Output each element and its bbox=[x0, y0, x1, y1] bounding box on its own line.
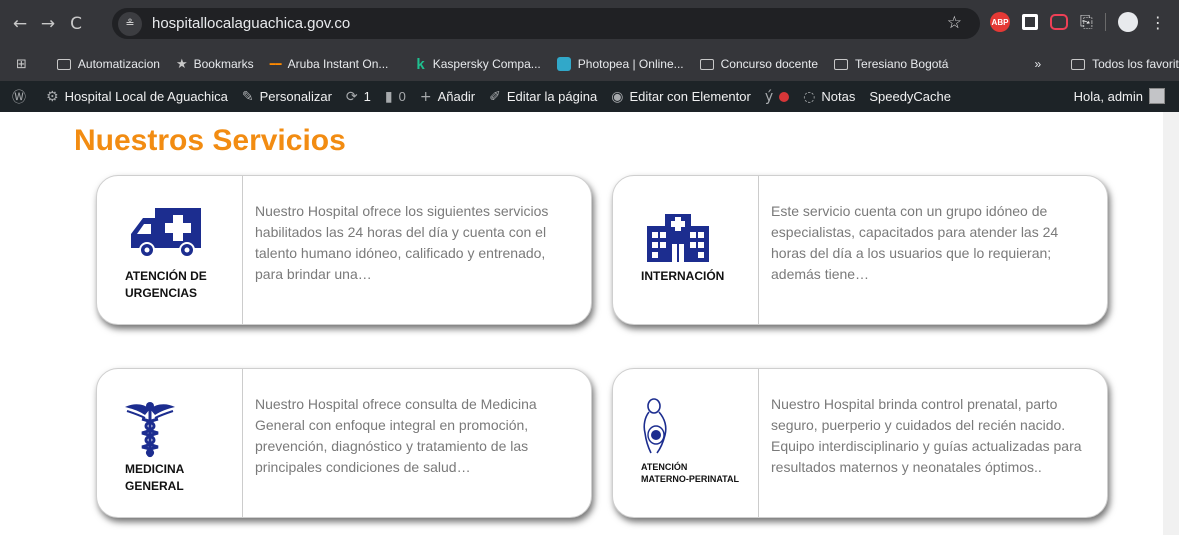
admin-customize[interactable]: ✎ Personalizar bbox=[242, 89, 332, 105]
service-card-label-area: ATENCIÓN MATERNO-PERINATAL bbox=[613, 369, 759, 517]
all-bookmarks-folder[interactable]: Todos los favorito bbox=[1071, 57, 1179, 71]
service-card-internacion[interactable]: INTERNACIÓN Este servicio cuenta con un … bbox=[612, 175, 1108, 325]
back-button[interactable]: ← bbox=[6, 14, 34, 34]
wordpress-logo-icon[interactable]: Ⓦ bbox=[12, 87, 32, 107]
star-icon: ★ bbox=[175, 56, 188, 72]
ambulance-icon bbox=[131, 208, 201, 258]
avatar bbox=[1149, 88, 1165, 104]
service-title: ATENCIÓN DE URGENCIAS bbox=[125, 269, 207, 300]
admin-site-name[interactable]: ⚙ Hospital Local de Aguachica bbox=[46, 89, 228, 105]
service-description: Este servicio cuenta con un grupo idóneo… bbox=[771, 203, 1059, 282]
bookmark-aruba[interactable]: ▬▬ Aruba Instant On... bbox=[270, 57, 389, 71]
service-title: ATENCIÓN MATERNO-PERINATAL bbox=[641, 462, 739, 484]
browser-menu-icon[interactable]: ⋮ bbox=[1150, 13, 1166, 32]
more-bookmarks-button[interactable]: » bbox=[1034, 57, 1041, 71]
folder-icon bbox=[56, 58, 71, 70]
pocket-icon[interactable] bbox=[1050, 14, 1068, 30]
folder-icon bbox=[699, 58, 714, 70]
admin-elementor[interactable]: ◉ Editar con Elementor bbox=[611, 89, 751, 105]
yoast-seo-icon: ý bbox=[764, 88, 774, 105]
plus-icon: + bbox=[419, 88, 432, 105]
folder-icon bbox=[1071, 58, 1086, 70]
admin-account[interactable]: Hola, admin bbox=[1074, 88, 1165, 104]
pregnant-woman-icon bbox=[643, 398, 667, 454]
extensions-puzzle-icon[interactable]: ⎘ bbox=[1080, 12, 1093, 32]
updates-icon: ⟳ bbox=[345, 88, 358, 105]
admin-speedycache[interactable]: SpeedyCache bbox=[869, 89, 951, 104]
bookmark-teresiano[interactable]: Teresiano Bogotá bbox=[834, 57, 948, 71]
site-info-icon[interactable]: ≗ bbox=[118, 11, 142, 36]
extensions-area: ABP ⎘ ⋮ bbox=[990, 12, 1166, 32]
pencil-icon: ✐ bbox=[489, 88, 501, 105]
admin-comments[interactable]: ▮ 0 bbox=[385, 89, 406, 105]
bookmark-concurso-docente[interactable]: Concurso docente bbox=[699, 57, 818, 71]
extension-square-icon[interactable] bbox=[1022, 14, 1038, 30]
admin-updates[interactable]: ⟳ 1 bbox=[346, 89, 371, 105]
service-card-medicina-general[interactable]: MEDICINA GENERAL Nuestro Hospital ofrece… bbox=[96, 368, 592, 518]
admin-notes[interactable]: ◌ Notas bbox=[803, 89, 855, 105]
bookmark-automatizacion[interactable]: Automatizacion bbox=[56, 57, 160, 71]
admin-edit-page[interactable]: ✐ Editar la página bbox=[489, 89, 597, 105]
service-card-label-area: ATENCIÓN DE URGENCIAS bbox=[97, 176, 243, 324]
profile-avatar-icon[interactable] bbox=[1117, 12, 1138, 32]
photopea-logo-icon bbox=[556, 57, 571, 71]
comment-icon: ▮ bbox=[384, 88, 393, 105]
folder-icon bbox=[834, 58, 849, 70]
browser-toolbar: ← → C ≗ hospitallocalaguachica.gov.co ☆ … bbox=[0, 0, 1179, 47]
seo-status-dot bbox=[779, 91, 790, 102]
page-scrollbar[interactable] bbox=[1163, 112, 1179, 535]
reload-button[interactable]: C bbox=[62, 14, 90, 34]
speech-bubble-icon: ◌ bbox=[803, 88, 816, 105]
url-text[interactable]: hospitallocalaguachica.gov.co bbox=[152, 15, 350, 32]
bookmark-kaspersky[interactable]: k Kaspersky Compa... bbox=[416, 56, 540, 73]
service-card-urgencias[interactable]: ATENCIÓN DE URGENCIAS Nuestro Hospital o… bbox=[96, 175, 592, 325]
kaspersky-logo-icon: k bbox=[416, 55, 425, 73]
bookmark-photopea[interactable]: Photopea | Online... bbox=[556, 57, 684, 71]
service-description: Nuestro Hospital ofrece los siguientes s… bbox=[255, 203, 549, 282]
service-title: MEDICINA GENERAL bbox=[125, 462, 185, 493]
aruba-logo-icon: ▬▬ bbox=[269, 61, 282, 67]
elementor-icon: ◉ bbox=[611, 88, 624, 105]
admin-add-new[interactable]: + Añadir bbox=[420, 89, 475, 105]
bookmarks-bar: ⊞ Automatizacion ★ Bookmarks ▬▬ Aruba Inst… bbox=[0, 47, 1179, 81]
service-description: Nuestro Hospital ofrece consulta de Medi… bbox=[255, 396, 537, 475]
service-description: Nuestro Hospital brinda control prenatal… bbox=[771, 396, 1082, 475]
toolbar-divider bbox=[1104, 13, 1106, 31]
forward-button[interactable]: → bbox=[34, 14, 62, 34]
bookmark-bookmarks[interactable]: ★ Bookmarks bbox=[176, 57, 254, 72]
brush-icon: ✎ bbox=[241, 88, 254, 105]
admin-greeting: Hola, admin bbox=[1073, 88, 1143, 104]
admin-yoast[interactable]: ý bbox=[764, 88, 790, 105]
apps-grid-icon[interactable]: ⊞ bbox=[16, 57, 27, 72]
dashboard-icon: ⚙ bbox=[46, 88, 59, 105]
page-title: Nuestros Servicios bbox=[74, 124, 346, 157]
bookmark-star-icon[interactable]: ☆ bbox=[947, 13, 962, 33]
address-bar[interactable]: ≗ hospitallocalaguachica.gov.co ☆ bbox=[112, 8, 980, 39]
service-card-materno-perinatal[interactable]: ATENCIÓN MATERNO-PERINATAL Nuestro Hospi… bbox=[612, 368, 1108, 518]
caduceus-icon bbox=[125, 402, 175, 458]
service-card-label-area: INTERNACIÓN bbox=[613, 176, 759, 324]
service-title: INTERNACIÓN bbox=[641, 269, 725, 283]
adblock-plus-icon[interactable]: ABP bbox=[990, 12, 1010, 32]
hospital-building-icon bbox=[647, 214, 709, 262]
wp-admin-bar: Ⓦ ⚙ Hospital Local de Aguachica ✎ Personal… bbox=[0, 81, 1179, 112]
service-card-label-area: MEDICINA GENERAL bbox=[97, 369, 243, 517]
